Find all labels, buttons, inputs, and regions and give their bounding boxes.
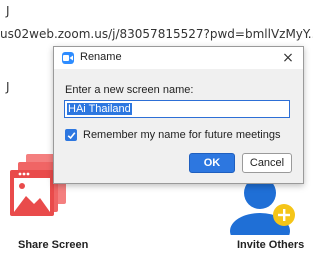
invite-others-label: Invite Others [237,239,305,251]
zoom-app-icon [62,52,74,64]
checkmark-icon [67,132,76,140]
background-glyph: J [6,4,10,18]
remember-name-checkbox[interactable] [65,129,77,141]
dialog-title: Rename [80,51,122,63]
screen-name-input[interactable]: HAi Thailand [64,100,290,118]
close-icon[interactable]: × [279,49,297,67]
remember-name-label: Remember my name for future meetings [83,129,281,141]
rename-dialog: Rename × Enter a new screen name: HAi Th… [53,46,304,184]
screen-name-value: HAi Thailand [67,103,132,115]
cancel-button[interactable]: Cancel [242,153,292,173]
background-glyph: J [6,80,10,94]
share-screen-label: Share Screen [18,239,89,251]
dialog-titlebar: Rename × [54,47,303,69]
screen-name-prompt: Enter a new screen name: [65,84,194,96]
meeting-url-text: us02web.zoom.us/j/83057815527?pwd=bmllVz… [0,27,313,41]
ok-button[interactable]: OK [189,153,235,173]
